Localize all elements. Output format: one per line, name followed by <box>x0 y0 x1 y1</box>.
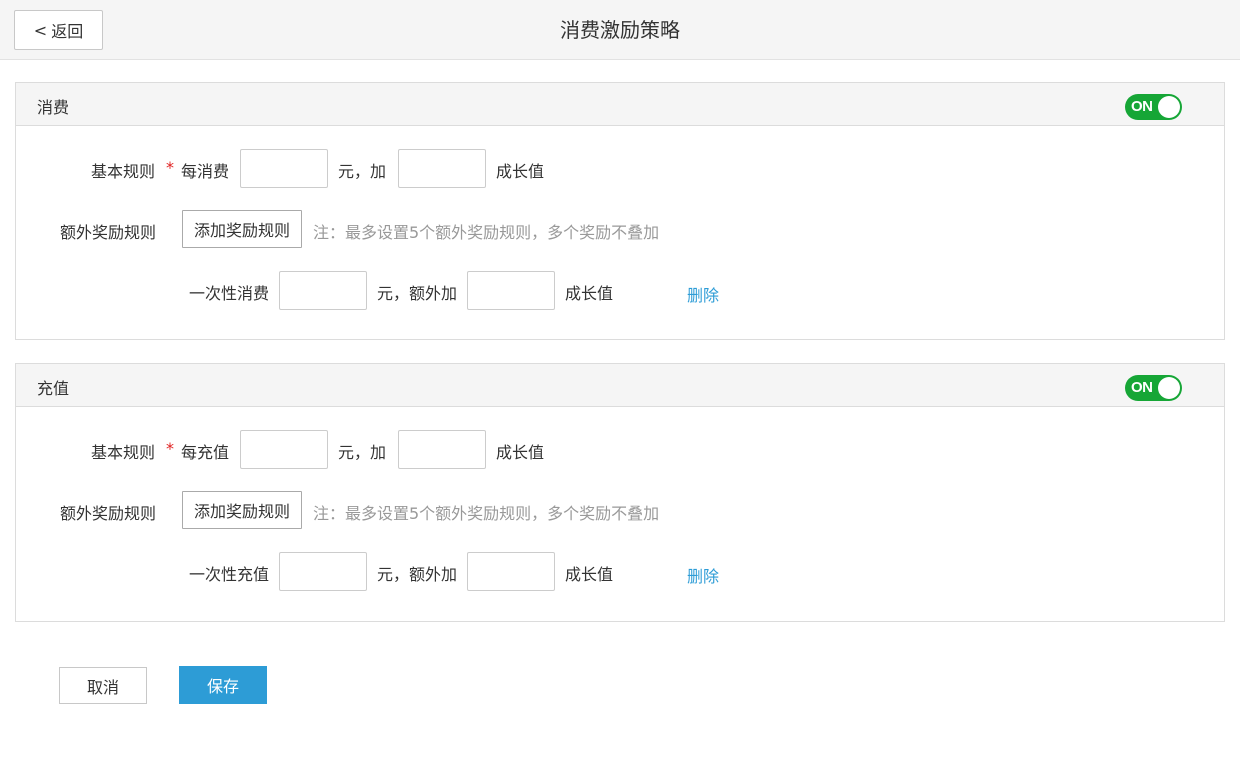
consumption-toggle[interactable]: ON <box>1125 94 1182 120</box>
consumption-panel-header: 消费 ON <box>16 83 1224 126</box>
extra-add-label: 元，额外加 <box>377 284 458 303</box>
per-consume-label: 每消费 <box>181 162 230 181</box>
toggle-on-label: ON <box>1131 98 1153 115</box>
toggle-knob <box>1158 96 1180 118</box>
consumption-basic-rule-row: 基本规则 * 每消费 元，加 成长值 <box>16 149 1224 189</box>
top-bar: < 返回 消费激励策略 <box>0 0 1240 60</box>
required-mark: * <box>166 158 174 177</box>
extra-growth-input[interactable] <box>467 271 555 310</box>
growth-value-label: 成长值 <box>496 162 545 181</box>
recharge-basic-rule-row: 基本规则 * 每充值 元，加 成长值 <box>16 430 1224 470</box>
unit-add-label: 元，加 <box>338 162 387 181</box>
one-time-recharge-label: 一次性充值 <box>189 565 270 584</box>
recharge-panel-header: 充值 ON <box>16 364 1224 407</box>
consumption-extra-rule-row: 额外奖励规则 添加奖励规则 注：最多设置5个额外奖励规则，多个奖励不叠加 <box>16 210 1224 250</box>
delete-rule-link[interactable]: 删除 <box>687 563 719 587</box>
growth-value-label: 成长值 <box>496 443 545 462</box>
add-reward-rule-button[interactable]: 添加奖励规则 <box>182 491 302 529</box>
unit-add-label: 元，加 <box>338 443 387 462</box>
per-consume-input[interactable] <box>240 149 328 188</box>
extra-growth-label: 成长值 <box>565 284 614 303</box>
consumption-panel-title: 消费 <box>37 98 70 117</box>
per-recharge-label: 每充值 <box>181 443 230 462</box>
recharge-panel: 充值 ON 基本规则 * 每充值 元，加 成长值 额外奖励规则 添加奖励规则 注… <box>15 363 1225 622</box>
growth-add-input[interactable] <box>398 149 486 188</box>
one-time-consume-label: 一次性消费 <box>189 284 270 303</box>
basic-rule-label: 基本规则 <box>91 162 156 181</box>
consumption-panel: 消费 ON 基本规则 * 每消费 元，加 成长值 额外奖励规则 添加奖励规则 注… <box>15 82 1225 340</box>
basic-rule-label: 基本规则 <box>91 443 156 462</box>
toggle-on-label: ON <box>1131 379 1153 396</box>
one-time-recharge-input[interactable] <box>279 552 367 591</box>
recharge-panel-title: 充值 <box>37 379 70 398</box>
one-time-consume-input[interactable] <box>279 271 367 310</box>
recharge-extra-rule-item: 一次性充值 元，额外加 成长值 删除 <box>16 552 1224 592</box>
add-reward-rule-button[interactable]: 添加奖励规则 <box>182 210 302 248</box>
extra-rule-label: 额外奖励规则 <box>60 504 157 523</box>
recharge-extra-rule-row: 额外奖励规则 添加奖励规则 注：最多设置5个额外奖励规则，多个奖励不叠加 <box>16 491 1224 531</box>
extra-growth-input[interactable] <box>467 552 555 591</box>
extra-growth-label: 成长值 <box>565 565 614 584</box>
extra-rule-note: 注：最多设置5个额外奖励规则，多个奖励不叠加 <box>313 504 660 523</box>
extra-rule-label: 额外奖励规则 <box>60 223 157 242</box>
toggle-knob <box>1158 377 1180 399</box>
recharge-toggle[interactable]: ON <box>1125 375 1182 401</box>
per-recharge-input[interactable] <box>240 430 328 469</box>
consumption-extra-rule-item: 一次性消费 元，额外加 成长值 删除 <box>16 271 1224 311</box>
extra-add-label: 元，额外加 <box>377 565 458 584</box>
delete-rule-link[interactable]: 删除 <box>687 282 719 306</box>
save-button[interactable]: 保存 <box>179 666 267 704</box>
growth-add-input[interactable] <box>398 430 486 469</box>
cancel-button[interactable]: 取消 <box>59 667 147 704</box>
extra-rule-note: 注：最多设置5个额外奖励规则，多个奖励不叠加 <box>313 223 660 242</box>
page-title: 消费激励策略 <box>560 18 680 42</box>
required-mark: * <box>166 439 174 458</box>
